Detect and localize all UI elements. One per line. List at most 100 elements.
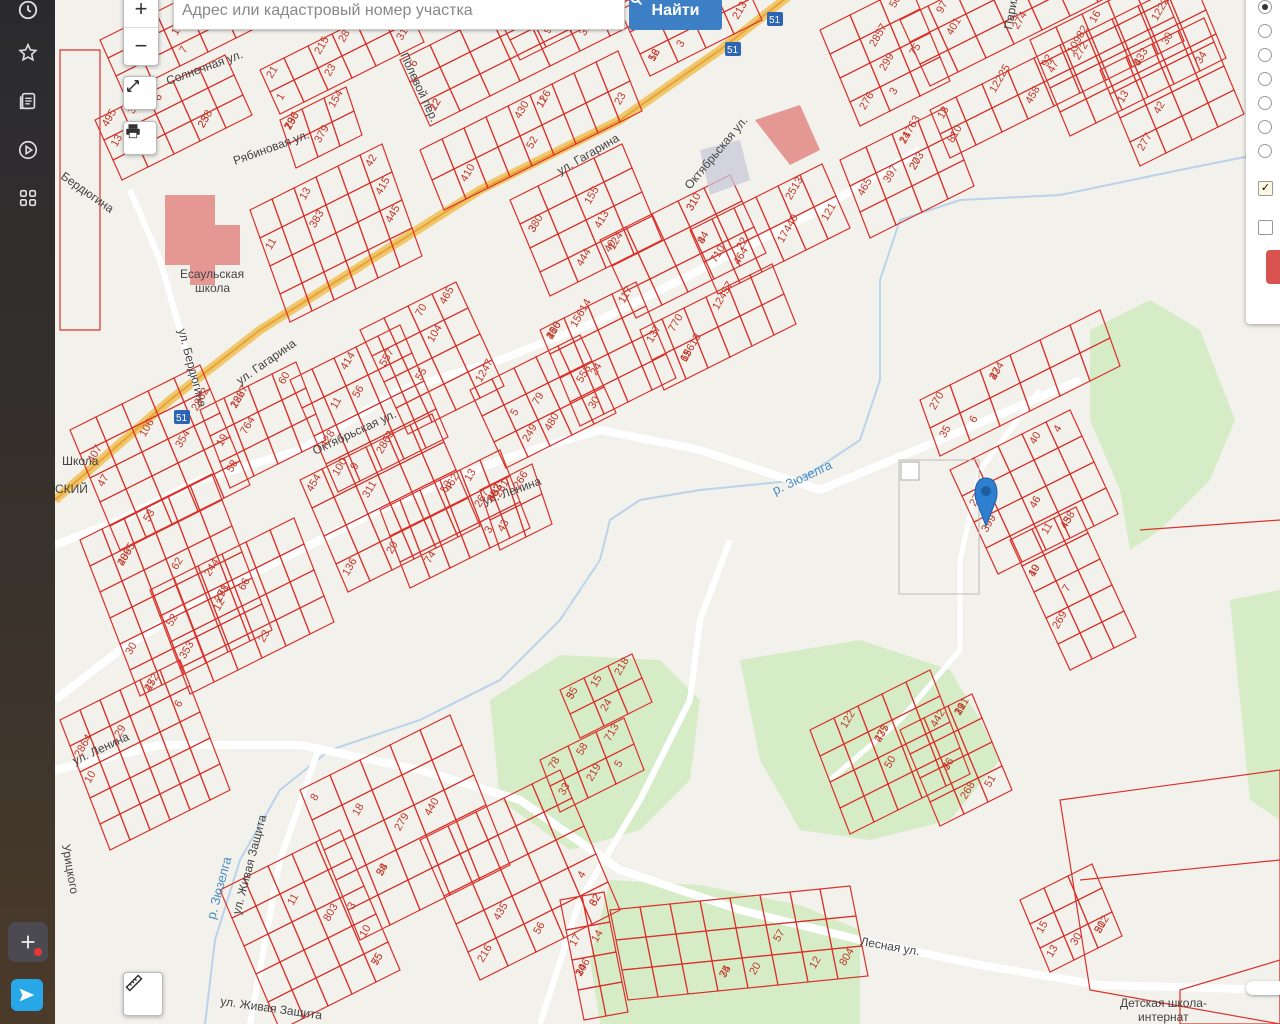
parcel[interactable] <box>595 50 631 93</box>
parcel[interactable] <box>119 803 151 841</box>
parcel[interactable] <box>947 35 987 73</box>
parcel[interactable] <box>739 304 775 347</box>
parcel[interactable] <box>289 569 325 609</box>
parcel[interactable] <box>303 937 341 979</box>
parcel[interactable] <box>377 879 421 926</box>
parcel[interactable] <box>79 699 111 737</box>
parcel[interactable] <box>539 257 579 297</box>
parcel[interactable] <box>155 521 189 560</box>
parcel[interactable] <box>395 834 439 881</box>
parcel[interactable] <box>449 73 491 112</box>
parcel[interactable] <box>325 193 359 234</box>
parcel[interactable] <box>1155 115 1193 154</box>
add-panel-button[interactable] <box>8 922 48 962</box>
map-canvas[interactable]: ул. Гагаринаул. ГагаринаОктябрьская ул.О… <box>55 0 1280 1024</box>
parcel[interactable] <box>1079 859 1280 881</box>
parcel[interactable] <box>495 923 537 967</box>
parcel[interactable] <box>315 829 353 871</box>
parcel[interactable] <box>265 581 301 621</box>
parcel[interactable] <box>1081 487 1119 527</box>
parcel[interactable] <box>463 116 499 159</box>
parcel[interactable] <box>909 56 951 97</box>
parcel[interactable] <box>441 127 477 170</box>
parcel[interactable] <box>99 689 131 727</box>
parcel[interactable] <box>177 510 211 549</box>
print-button[interactable] <box>123 121 157 155</box>
parcel[interactable] <box>139 793 171 831</box>
parcel[interactable] <box>331 110 363 147</box>
parcel[interactable] <box>859 198 897 239</box>
parcel[interactable] <box>395 395 433 435</box>
scroll-handle[interactable] <box>1246 981 1280 995</box>
parcel[interactable] <box>407 864 451 911</box>
parcel[interactable] <box>313 232 347 273</box>
cadastral-map[interactable]: ул. Гагарина ул. Гагарина Октябрьская ул. О… <box>55 0 1280 1024</box>
parcel[interactable] <box>129 767 161 805</box>
parcel[interactable] <box>965 0 1005 37</box>
parcel[interactable] <box>965 107 1003 146</box>
parcel[interactable] <box>1033 447 1071 487</box>
parcel[interactable] <box>956 0 995 15</box>
parcel[interactable] <box>419 138 455 181</box>
parcel[interactable] <box>199 763 231 801</box>
parcel[interactable] <box>611 252 651 293</box>
parcel[interactable] <box>899 5 939 43</box>
parcel[interactable] <box>1085 85 1123 124</box>
parcel[interactable] <box>761 293 797 336</box>
parcel[interactable] <box>479 58 521 97</box>
parcel[interactable] <box>663 226 703 267</box>
parcel[interactable] <box>637 239 677 280</box>
parcel[interactable] <box>431 853 473 897</box>
parcel[interactable] <box>949 369 991 414</box>
parcel[interactable] <box>641 353 677 391</box>
parcel[interactable] <box>597 317 633 355</box>
parcel[interactable] <box>537 171 577 211</box>
search-input[interactable]: Адрес или кадастровый номер участка <box>173 0 625 30</box>
parcel[interactable] <box>371 774 415 821</box>
parcel[interactable] <box>1197 65 1235 104</box>
parcel[interactable] <box>99 580 133 619</box>
parcel[interactable] <box>179 773 211 811</box>
parcel[interactable] <box>1057 435 1095 475</box>
parcel[interactable] <box>447 811 489 855</box>
parcel[interactable] <box>607 341 643 379</box>
layer-radio-2[interactable] <box>1258 24 1272 38</box>
parcel[interactable] <box>315 165 349 206</box>
parcel[interactable] <box>443 307 481 347</box>
parcel[interactable] <box>603 167 643 207</box>
parcel[interactable] <box>199 499 233 538</box>
search-button[interactable]: Найти <box>629 0 722 30</box>
layer-radio-1[interactable] <box>1258 0 1272 14</box>
parcel[interactable] <box>539 867 581 911</box>
parcel[interactable] <box>159 721 191 759</box>
parcel[interactable] <box>1057 632 1093 671</box>
parcel[interactable] <box>289 368 325 409</box>
parcel[interactable] <box>593 377 629 415</box>
collections-icon[interactable] <box>12 85 44 117</box>
parcel[interactable] <box>249 198 283 239</box>
parcel[interactable] <box>1049 74 1087 113</box>
parcel[interactable] <box>1077 558 1113 597</box>
layer-radio-4[interactable] <box>1258 72 1272 86</box>
parcel[interactable] <box>216 94 253 129</box>
parcel[interactable] <box>1111 72 1149 111</box>
parcel[interactable] <box>1009 339 1051 384</box>
parcel[interactable] <box>269 254 303 295</box>
parcel[interactable] <box>819 14 861 55</box>
parcel[interactable] <box>547 195 587 235</box>
layer-radio-5[interactable] <box>1258 96 1272 110</box>
parcel[interactable] <box>115 451 153 490</box>
parcel[interactable] <box>1171 78 1209 117</box>
parcel[interactable] <box>419 714 463 761</box>
parcel[interactable] <box>1101 48 1139 87</box>
parcel[interactable] <box>1053 899 1089 937</box>
parcel[interactable] <box>155 100 192 135</box>
parcel[interactable] <box>1043 543 1079 582</box>
parcel[interactable] <box>1079 621 1115 660</box>
zoom-out-button[interactable]: − <box>124 28 158 64</box>
parcel[interactable] <box>1207 89 1245 128</box>
measure-ruler-button[interactable] <box>123 972 163 1016</box>
parcel[interactable] <box>129 705 161 743</box>
messenger-app-icon[interactable] <box>11 979 43 1011</box>
parcel[interactable] <box>573 61 609 104</box>
